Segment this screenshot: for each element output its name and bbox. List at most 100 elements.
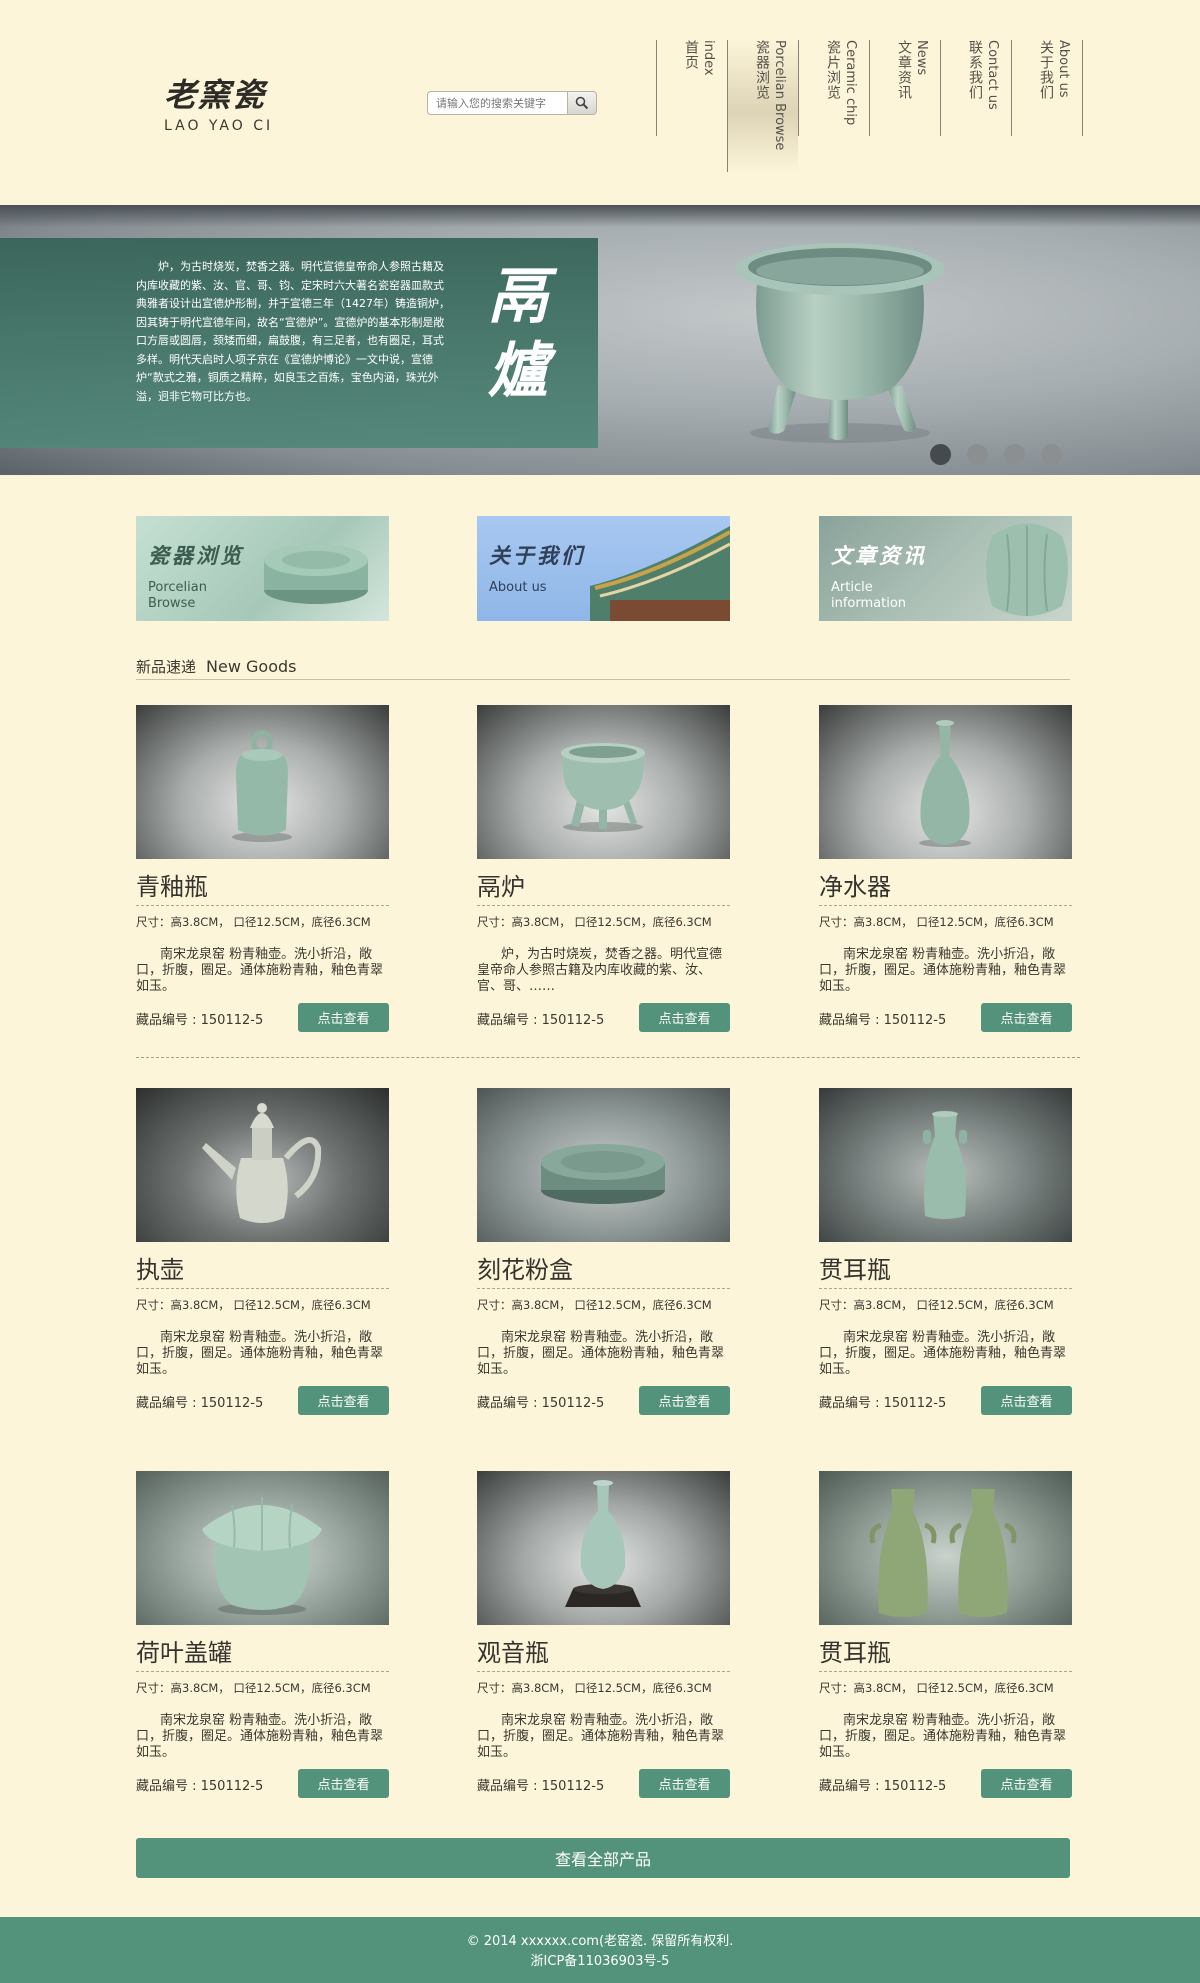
tile-article-information[interactable]: 文章资讯 Article information: [819, 516, 1072, 621]
product-image[interactable]: [477, 1471, 730, 1625]
view-button[interactable]: 点击查看: [639, 1386, 730, 1415]
section-title-zh: 新品速递: [136, 658, 197, 676]
product-name[interactable]: 鬲炉: [477, 867, 525, 902]
nav-label-zh: 文章资讯: [896, 40, 912, 100]
pierced-ear-vases-pair-image: [869, 1489, 1017, 1617]
nav-item-ceramic-chip[interactable]: 瓷片浏览 Ceramic chip: [798, 40, 869, 136]
search-button[interactable]: [567, 91, 597, 115]
product-card: 净水器 尺寸：高3.8CM， 口径12.5CM，底径6.3CM 南宋龙泉窑 粉青…: [819, 705, 1072, 1035]
logo-english: LAO YAO CI: [164, 118, 274, 134]
product-name[interactable]: 刻花粉盒: [477, 1250, 573, 1285]
nav-item-porcelain-browse[interactable]: 瓷器浏览 Porcelian Browse: [727, 40, 798, 172]
product-name[interactable]: 执壶: [136, 1250, 184, 1285]
feature-tiles: 瓷器浏览 Porcelian Browse 关于我们 About us 文章资讯…: [136, 516, 1072, 621]
carousel-dot-4[interactable]: [1041, 444, 1062, 465]
product-name[interactable]: 净水器: [819, 867, 891, 902]
product-image[interactable]: [136, 1471, 389, 1625]
product-number: 藏品编号 : 150112-5: [477, 1013, 605, 1028]
product-number: 藏品编号 : 150112-5: [819, 1779, 947, 1794]
tile-title-zh: 文章资讯: [831, 543, 927, 568]
lotus-leaf-jar-image: [202, 1497, 322, 1615]
product-size: 尺寸：高3.8CM， 口径12.5CM，底径6.3CM: [819, 1681, 1054, 1695]
nav-label-zh: 首页: [683, 40, 699, 70]
product-description: 南宋龙泉窑 粉青釉壶。洗小折沿，敞口，折腹，圈足。通体施粉青釉，釉色青翠如玉。: [477, 1713, 725, 1760]
view-button[interactable]: 点击查看: [298, 1769, 389, 1798]
product-image[interactable]: [819, 1088, 1072, 1242]
product-card: 青釉瓶 尺寸：高3.8CM， 口径12.5CM，底径6.3CM 南宋龙泉窑 粉青…: [136, 705, 389, 1035]
product-image[interactable]: [819, 705, 1072, 859]
product-size: 尺寸：高3.8CM， 口径12.5CM，底径6.3CM: [136, 915, 371, 929]
product-description: 南宋龙泉窑 粉青釉壶。洗小折沿，敞口，折腹，圈足。通体施粉青釉，釉色青翠如玉。: [136, 1330, 384, 1377]
product-image[interactable]: [136, 1088, 389, 1242]
product-name[interactable]: 青釉瓶: [136, 867, 208, 902]
product-name[interactable]: 荷叶盖罐: [136, 1633, 232, 1668]
nav-item-about[interactable]: 关于我们 About us: [1011, 40, 1083, 136]
pierced-ear-vase-image: [923, 1111, 967, 1219]
section-header-new-goods: 新品速递 New Goods: [136, 656, 1070, 680]
product-size: 尺寸：高3.8CM， 口径12.5CM，底径6.3CM: [477, 1681, 712, 1695]
product-number: 藏品编号 : 150112-5: [819, 1396, 947, 1411]
nav-item-news[interactable]: 文章资讯 News: [869, 40, 940, 136]
tile-about-us[interactable]: 关于我们 About us: [477, 516, 730, 621]
product-description: 南宋龙泉窑 粉青釉壶。洗小折沿，敞口，折腹，圈足。通体施粉青釉，釉色青翠如玉。: [819, 947, 1067, 994]
guanyin-vase-image: [565, 1480, 641, 1607]
carousel-dot-2[interactable]: [967, 444, 988, 465]
site-logo[interactable]: 老窯瓷 LAO YAO CI: [164, 70, 284, 134]
search-icon: [575, 96, 589, 110]
banner-caption: 炉，为古时烧炭，焚香之器。明代宣德皇帝命人参照古籍及内库收藏的紫、汝、官、哥、钧…: [0, 238, 598, 448]
nav-item-contact[interactable]: 联系我们 Contact us: [940, 40, 1011, 136]
view-button[interactable]: 点击查看: [981, 1769, 1072, 1798]
product-card: 贯耳瓶 尺寸：高3.8CM， 口径12.5CM，底径6.3CM 南宋龙泉窑 粉青…: [819, 1471, 1072, 1801]
carousel-dot-1[interactable]: [930, 444, 951, 465]
carousel-dots: [930, 444, 1062, 465]
view-button[interactable]: 点击查看: [639, 1769, 730, 1798]
view-all-products-button[interactable]: 查看全部产品: [136, 1838, 1070, 1878]
product-description: 南宋龙泉窑 粉青釉壶。洗小折沿，敞口，折腹，圈足。通体施粉青釉，釉色青翠如玉。: [136, 947, 384, 994]
product-image[interactable]: [477, 1088, 730, 1242]
product-number: 藏品编号 : 150112-5: [477, 1396, 605, 1411]
tile-title-zh: 关于我们: [489, 543, 585, 568]
water-bottle-image: [919, 720, 971, 847]
nav-label-zh: 瓷片浏览: [825, 40, 841, 100]
tile-porcelain-browse[interactable]: 瓷器浏览 Porcelian Browse: [136, 516, 389, 621]
product-description: 南宋龙泉窑 粉青釉壶。洗小折沿，敞口，折腹，圈足。通体施粉青釉，釉色青翠如玉。: [819, 1713, 1067, 1760]
tile-title-en: About us: [489, 580, 547, 595]
banner-shadow: [0, 205, 1200, 227]
nav-label-en: Porcelian Browse: [772, 40, 787, 151]
product-size: 尺寸：高3.8CM， 口径12.5CM，底径6.3CM: [819, 1298, 1054, 1312]
footer-copyright: © 2014 xxxxxx.com(老窑瓷. 保留所有权利.: [466, 1934, 734, 1949]
divider: [819, 905, 1072, 906]
product-name[interactable]: 贯耳瓶: [819, 1250, 891, 1285]
product-description: 南宋龙泉窑 粉青釉壶。洗小折沿，敞口，折腹，圈足。通体施粉青釉，釉色青翠如玉。: [136, 1713, 384, 1760]
nav-label-en: index: [701, 40, 716, 76]
product-name[interactable]: 贯耳瓶: [819, 1633, 891, 1668]
product-image[interactable]: [136, 705, 389, 859]
nav-item-index[interactable]: 首页 index: [656, 40, 727, 136]
nav-label-zh: 关于我们: [1038, 40, 1054, 100]
divider: [136, 1288, 389, 1289]
product-size: 尺寸：高3.8CM， 口径12.5CM，底径6.3CM: [819, 915, 1054, 929]
view-button[interactable]: 点击查看: [639, 1003, 730, 1032]
product-image[interactable]: [819, 1471, 1072, 1625]
view-button[interactable]: 点击查看: [981, 1386, 1072, 1415]
view-button[interactable]: 点击查看: [298, 1386, 389, 1415]
view-button[interactable]: 点击查看: [981, 1003, 1072, 1032]
divider: [477, 1671, 730, 1672]
product-number: 藏品编号 : 150112-5: [136, 1396, 264, 1411]
hero-banner: 炉，为古时烧炭，焚香之器。明代宣德皇帝命人参照古籍及内库收藏的紫、汝、官、哥、钧…: [0, 205, 1200, 475]
product-description: 南宋龙泉窑 粉青釉壶。洗小折沿，敞口，折腹，圈足。通体施粉青釉，釉色青翠如玉。: [819, 1330, 1067, 1377]
section-title-en: New Goods: [206, 657, 297, 676]
product-name[interactable]: 观音瓶: [477, 1633, 549, 1668]
search-input[interactable]: [427, 91, 567, 115]
nav-label-zh: 联系我们: [967, 40, 983, 100]
carousel-dot-3[interactable]: [1004, 444, 1025, 465]
main-nav: 首页 index 瓷器浏览 Porcelian Browse 瓷片浏览 Cera…: [656, 40, 1083, 172]
logo-chinese: 老窯瓷: [164, 76, 267, 114]
product-card: 刻花粉盒 尺寸：高3.8CM， 口径12.5CM，底径6.3CM 南宋龙泉窑 粉…: [477, 1088, 730, 1418]
product-card: 执壶 尺寸：高3.8CM， 口径12.5CM，底径6.3CM 南宋龙泉窑 粉青釉…: [136, 1088, 389, 1418]
nav-label-en: Contact us: [985, 40, 1000, 110]
product-number: 藏品编号 : 150112-5: [819, 1013, 947, 1028]
view-button[interactable]: 点击查看: [298, 1003, 389, 1032]
product-image[interactable]: [477, 705, 730, 859]
temple-roof-image: [590, 526, 730, 621]
